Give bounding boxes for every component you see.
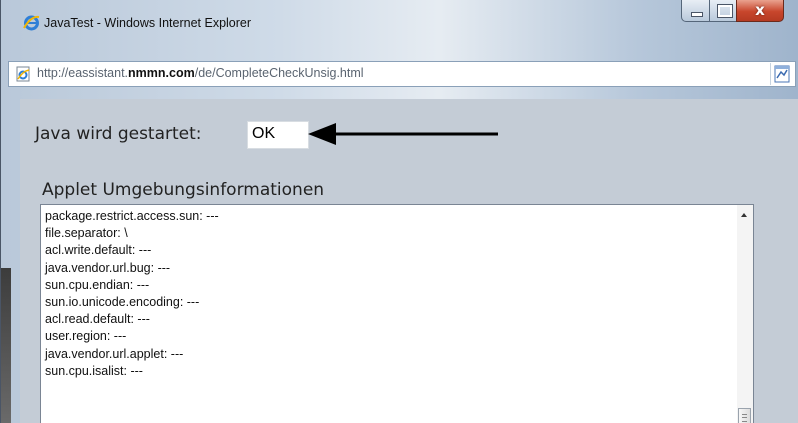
minimize-icon[interactable] — [681, 0, 710, 22]
environment-info-textarea[interactable]: package.restrict.access.sun: --- file.se… — [40, 204, 754, 423]
close-icon: x — [755, 1, 765, 19]
scroll-up-arrow-icon[interactable] — [741, 213, 747, 217]
internet-explorer-icon — [23, 15, 40, 31]
url-path: /de/CompleteCheckUnsig.html — [194, 66, 364, 80]
java-status-field: OK — [247, 121, 309, 149]
arrow-icon — [308, 123, 498, 145]
maximize-icon[interactable] — [709, 0, 737, 22]
list-item: acl.read.default: --- — [45, 312, 150, 327]
address-bar[interactable]: http://eassistant.nmmn.com/de/CompleteCh… — [8, 61, 796, 87]
environment-info-list: package.restrict.access.sun: --- file.se… — [45, 208, 219, 380]
close-button[interactable]: x — [736, 0, 784, 22]
window-title: JavaTest - Windows Internet Explorer — [44, 16, 252, 30]
vertical-scrollbar[interactable] — [737, 205, 753, 423]
section-title: Applet Umgebungsinformationen — [42, 180, 325, 200]
browser-window: JavaTest - Windows Internet Explorer x h… — [0, 0, 798, 423]
window-controls: x — [681, 0, 798, 26]
page-icon — [16, 66, 30, 82]
list-item: acl.write.default: --- — [45, 243, 152, 258]
scroll-thumb[interactable] — [738, 408, 751, 423]
title-bar[interactable]: JavaTest - Windows Internet Explorer x — [1, 0, 798, 38]
list-item: java.vendor.url.applet: --- — [45, 346, 184, 361]
url-text[interactable]: http://eassistant.nmmn.com/de/CompleteCh… — [37, 66, 364, 80]
list-item: sun.io.unicode.encoding: --- — [45, 295, 200, 310]
compatibility-view-icon[interactable] — [770, 63, 793, 85]
grip-icon — [742, 414, 747, 422]
list-item: sun.cpu.isalist: --- — [45, 363, 143, 378]
list-item: package.restrict.access.sun: --- — [45, 209, 219, 223]
url-domain: nmmn.com — [128, 66, 195, 80]
list-item: sun.cpu.endian: --- — [45, 277, 150, 292]
list-item: java.vendor.url.bug: --- — [45, 260, 171, 275]
list-item: user.region: --- — [45, 329, 127, 344]
java-status-label: Java wird gestartet: — [35, 124, 202, 144]
background-edge — [1, 268, 11, 423]
url-prefix: http://eassistant. — [37, 66, 129, 80]
list-item: file.separator: \ — [45, 226, 128, 241]
page-content: Java wird gestartet: OK Applet Umgebungs… — [20, 99, 798, 423]
